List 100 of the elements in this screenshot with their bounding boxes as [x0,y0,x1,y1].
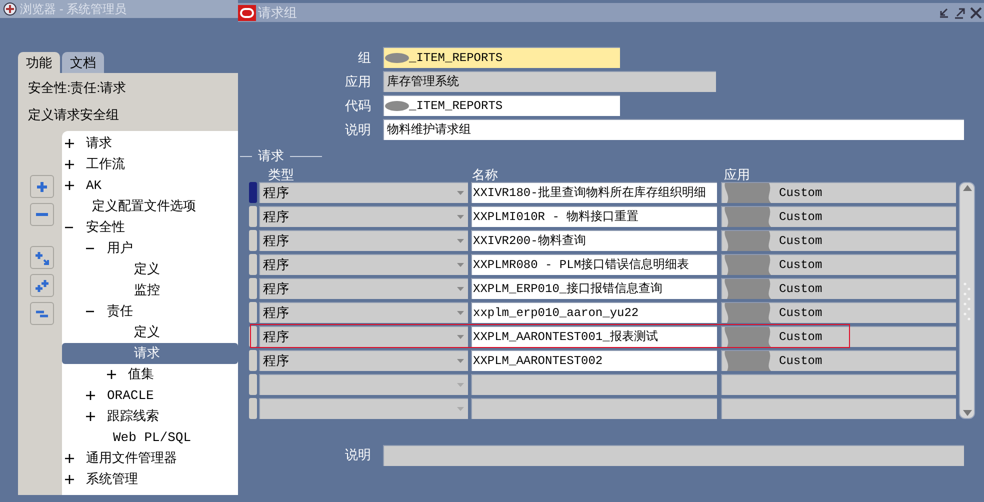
tree-item[interactable]: 跟踪线索 [62,406,238,427]
expand-button[interactable] [30,175,54,198]
application-field[interactable]: Custom [721,254,956,275]
row-indicator[interactable] [249,302,257,323]
plus-icon [65,139,74,148]
application-field[interactable]: Custom [721,182,956,203]
tree-item[interactable]: AK [62,175,238,196]
dropdown-arrow-icon [457,407,464,411]
tree-item[interactable]: 请求 [62,343,238,364]
plus-icon [107,370,116,379]
expand-branch-button[interactable] [30,246,54,269]
name-field[interactable] [471,374,717,395]
row-indicator[interactable] [249,350,257,371]
type-dropdown[interactable]: 程序 [259,302,468,323]
name-field[interactable] [471,398,717,419]
input-field[interactable]: 物料维护请求组 [383,119,964,140]
tree-item[interactable]: ORACLE [62,385,238,406]
section-title: 请求 [257,147,285,166]
redaction-scribble [385,100,409,112]
scroll-bar[interactable] [959,182,975,419]
tree-item[interactable]: 监控 [62,280,238,301]
name-field[interactable]: XXPLMI010R - 物料接口重置 [471,206,717,227]
tree-item[interactable]: 责任 [62,301,238,322]
double-plus-icon [34,278,50,294]
name-field[interactable]: xxplm_erp010_aaron_yu22 [471,302,717,323]
dropdown-arrow-icon [457,215,464,219]
redaction-scribble [723,183,773,203]
name-field[interactable]: XXPLM_AARONTEST001_报表测试 [471,326,717,347]
column-header: 名称 [471,167,499,182]
input-field[interactable] [383,444,964,466]
dropdown-arrow-icon [457,383,464,387]
scroll-up-icon[interactable] [962,185,972,191]
tab[interactable]: 文档 [62,52,104,73]
dropdown-arrow-icon [457,263,464,267]
dropdown-arrow-icon [457,335,464,339]
application-field[interactable] [721,374,956,395]
application-field[interactable]: Custom [721,326,956,347]
tree-item[interactable]: 定义配置文件选项 [62,196,238,217]
dropdown-arrow-icon [457,191,464,195]
plus-icon [65,454,74,463]
tree-item[interactable]: 安全性 [62,217,238,238]
row-indicator[interactable] [249,374,257,395]
name-field[interactable]: XXPLMR080 - PLM接口错误信息明细表 [471,254,717,275]
type-dropdown[interactable]: 程序 [259,326,468,347]
application-field[interactable]: Custom [721,230,956,251]
type-dropdown[interactable]: 程序 [259,278,468,299]
redaction-scribble [723,303,773,323]
input-field[interactable]: 库存管理系统 [383,71,716,92]
name-field[interactable]: XXPLM_ERP010_接口报错信息查询 [471,278,717,299]
plus-icon [65,475,74,484]
field-label: 代码 [344,97,372,115]
tree-item[interactable]: Web PL/SQL [62,427,238,448]
tree-item[interactable]: 系统管理 [62,469,238,490]
application-field[interactable]: Custom [721,206,956,227]
name-field[interactable]: XXIVR200-物料查询 [471,230,717,251]
minimize-icon[interactable] [938,6,950,18]
collapse-all-button[interactable] [30,302,54,325]
redaction-scribble [723,207,773,227]
name-field[interactable]: XXPLM_AARONTEST002 [471,350,717,371]
type-dropdown[interactable]: 程序 [259,230,468,251]
type-dropdown[interactable]: 程序 [259,254,468,275]
app-icon [3,2,17,16]
redaction-scribble [723,255,773,275]
tree-item[interactable]: 定义 [62,322,238,343]
name-field[interactable]: XXIVR180-批里查询物料所在库存组织明细 [471,182,717,203]
type-dropdown[interactable]: 程序 [259,182,468,203]
application-field[interactable]: Custom [721,302,956,323]
close-icon[interactable] [970,6,982,18]
input-field[interactable]: _ITEM_REPORTS [383,95,620,116]
scroll-down-icon[interactable] [962,410,972,416]
tree-item[interactable]: 通用文件管理器 [62,448,238,469]
field-label: 说明 [344,121,372,139]
tree-item[interactable]: 请求 [62,133,238,154]
section-heading: 定义请求安全组 [28,106,119,124]
type-dropdown[interactable] [259,374,468,395]
type-dropdown[interactable]: 程序 [259,206,468,227]
expand-all-button[interactable] [30,274,54,297]
row-indicator[interactable] [249,398,257,419]
type-dropdown[interactable]: 程序 [259,350,468,371]
input-field[interactable]: _ITEM_REPORTS [383,47,620,68]
redaction-scribble [723,279,773,299]
row-indicator[interactable] [249,254,257,275]
type-dropdown[interactable] [259,398,468,419]
tab[interactable]: 功能 [18,52,60,73]
tree-item[interactable]: 定义 [62,259,238,280]
collapse-button[interactable] [30,203,54,226]
maximize-icon[interactable] [954,6,966,18]
field-label: 说明 [344,446,372,464]
redaction-scribble [723,351,773,371]
row-indicator[interactable] [249,278,257,299]
tree-item[interactable]: 工作流 [62,154,238,175]
plus-icon [86,391,95,400]
row-indicator[interactable] [249,206,257,227]
grip-icon [962,280,972,320]
application-field[interactable]: Custom [721,278,956,299]
tree-item[interactable]: 值集 [62,364,238,385]
application-field[interactable]: Custom [721,350,956,371]
application-field[interactable] [721,398,956,419]
tree-item[interactable]: 用户 [62,238,238,259]
row-indicator[interactable] [249,230,257,251]
